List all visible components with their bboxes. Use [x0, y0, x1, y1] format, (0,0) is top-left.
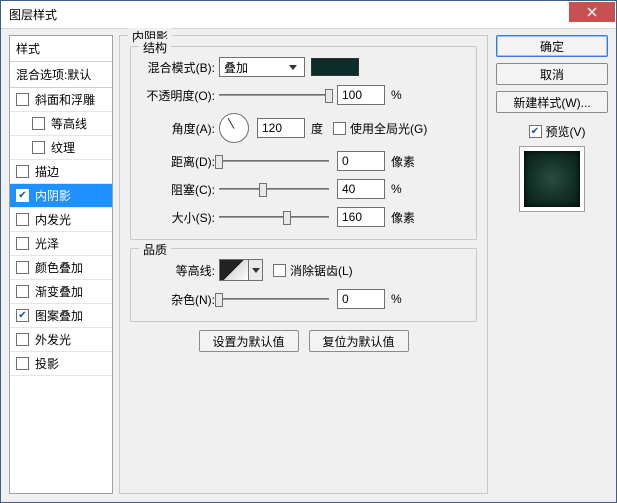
preview-label: 预览(V)	[546, 123, 586, 140]
size-unit: 像素	[391, 209, 415, 226]
noise-label: 杂色(N):	[143, 291, 219, 308]
style-item[interactable]: 等高线	[10, 112, 112, 136]
choke-input[interactable]	[337, 179, 385, 199]
noise-input[interactable]	[337, 289, 385, 309]
distance-unit: 像素	[391, 153, 415, 170]
choke-label: 阻塞(C):	[143, 181, 219, 198]
angle-input[interactable]	[257, 118, 305, 138]
style-item-label: 投影	[35, 355, 59, 372]
blend-mode-value: 叠加	[224, 59, 248, 76]
style-checkbox[interactable]	[16, 213, 29, 226]
settings-panel: 内阴影 结构 混合模式(B): 叠加	[119, 35, 488, 494]
choke-unit: %	[391, 182, 402, 196]
style-item[interactable]: 斜面和浮雕	[10, 88, 112, 112]
opacity-slider[interactable]	[219, 88, 329, 102]
size-input[interactable]	[337, 207, 385, 227]
use-global-light-checkbox[interactable]: 使用全局光(G)	[333, 120, 427, 137]
angle-label: 角度(A):	[143, 120, 219, 137]
make-default-button[interactable]: 设置为默认值	[199, 330, 299, 352]
inner-shadow-group: 内阴影 结构 混合模式(B): 叠加	[119, 35, 488, 494]
style-item[interactable]: 投影	[10, 352, 112, 376]
chevron-down-icon	[286, 65, 300, 70]
close-icon	[587, 7, 597, 17]
chevron-down-icon	[249, 259, 263, 281]
structure-group: 结构 混合模式(B): 叠加 不透明度(O):	[130, 46, 477, 240]
style-item-label: 描边	[35, 163, 59, 180]
size-label: 大小(S):	[143, 209, 219, 226]
style-item-label: 图案叠加	[35, 307, 83, 324]
quality-title: 品质	[139, 241, 171, 258]
style-item[interactable]: 纹理	[10, 136, 112, 160]
style-item-label: 内发光	[35, 211, 71, 228]
blend-mode-label: 混合模式(B):	[143, 59, 219, 76]
noise-unit: %	[391, 292, 402, 306]
style-item[interactable]: 光泽	[10, 232, 112, 256]
style-item-label: 内阴影	[35, 187, 71, 204]
blend-options-default[interactable]: 混合选项:默认	[10, 62, 112, 88]
style-item[interactable]: 渐变叠加	[10, 280, 112, 304]
style-checkbox[interactable]	[16, 285, 29, 298]
distance-input[interactable]	[337, 151, 385, 171]
angle-dial[interactable]	[219, 113, 249, 143]
style-item[interactable]: 内阴影	[10, 184, 112, 208]
style-checkbox[interactable]	[32, 141, 45, 154]
use-global-light-label: 使用全局光(G)	[350, 120, 427, 137]
window-title: 图层样式	[9, 6, 57, 23]
cancel-button[interactable]: 取消	[496, 63, 608, 85]
contour-thumbnail	[219, 259, 249, 281]
antialias-label: 消除锯齿(L)	[290, 262, 353, 279]
style-item[interactable]: 颜色叠加	[10, 256, 112, 280]
shadow-color-swatch[interactable]	[311, 58, 359, 76]
style-item-label: 颜色叠加	[35, 259, 83, 276]
style-checkbox[interactable]	[16, 261, 29, 274]
style-item-label: 等高线	[51, 115, 87, 132]
quality-group: 品质 等高线: 消除锯齿(L) 杂色(N):	[130, 248, 477, 322]
choke-slider[interactable]	[219, 182, 329, 196]
style-checkbox[interactable]	[16, 165, 29, 178]
new-style-button[interactable]: 新建样式(W)...	[496, 91, 608, 113]
style-item[interactable]: 描边	[10, 160, 112, 184]
preview-box	[519, 146, 585, 212]
style-item[interactable]: 外发光	[10, 328, 112, 352]
style-checkbox[interactable]	[16, 237, 29, 250]
distance-label: 距离(D):	[143, 153, 219, 170]
style-item[interactable]: 图案叠加	[10, 304, 112, 328]
ok-button[interactable]: 确定	[496, 35, 608, 57]
blend-mode-combo[interactable]: 叠加	[219, 57, 305, 77]
style-item-label: 光泽	[35, 235, 59, 252]
distance-slider[interactable]	[219, 154, 329, 168]
actions-column: 确定 取消 新建样式(W)... 预览(V)	[496, 35, 608, 494]
style-item-label: 纹理	[51, 139, 75, 156]
angle-unit: 度	[311, 120, 323, 137]
structure-title: 结构	[139, 39, 171, 56]
style-item-label: 斜面和浮雕	[35, 91, 95, 108]
style-item[interactable]: 内发光	[10, 208, 112, 232]
style-item-label: 外发光	[35, 331, 71, 348]
contour-label: 等高线:	[143, 262, 219, 279]
opacity-unit: %	[391, 88, 402, 102]
style-checkbox[interactable]	[16, 189, 29, 202]
dialog-body: 样式 混合选项:默认 斜面和浮雕等高线纹理描边内阴影内发光光泽颜色叠加渐变叠加图…	[1, 29, 616, 502]
close-button[interactable]	[569, 2, 615, 22]
style-checkbox[interactable]	[16, 357, 29, 370]
styles-header[interactable]: 样式	[10, 36, 112, 62]
preview-checkbox[interactable]: 预览(V)	[529, 123, 586, 140]
style-item-label: 渐变叠加	[35, 283, 83, 300]
antialias-checkbox[interactable]: 消除锯齿(L)	[273, 262, 353, 279]
style-checkbox[interactable]	[16, 333, 29, 346]
style-checkbox[interactable]	[32, 117, 45, 130]
reset-default-button[interactable]: 复位为默认值	[309, 330, 409, 352]
layer-style-dialog: 图层样式 样式 混合选项:默认 斜面和浮雕等高线纹理描边内阴影内发光光泽颜色叠加…	[0, 0, 617, 503]
titlebar: 图层样式	[1, 1, 616, 29]
style-checkbox[interactable]	[16, 309, 29, 322]
contour-picker[interactable]	[219, 259, 263, 281]
size-slider[interactable]	[219, 210, 329, 224]
style-checkbox[interactable]	[16, 93, 29, 106]
noise-slider[interactable]	[219, 292, 329, 306]
styles-list: 样式 混合选项:默认 斜面和浮雕等高线纹理描边内阴影内发光光泽颜色叠加渐变叠加图…	[9, 35, 113, 494]
opacity-label: 不透明度(O):	[143, 87, 219, 104]
preview-thumbnail	[524, 151, 580, 207]
opacity-input[interactable]	[337, 85, 385, 105]
